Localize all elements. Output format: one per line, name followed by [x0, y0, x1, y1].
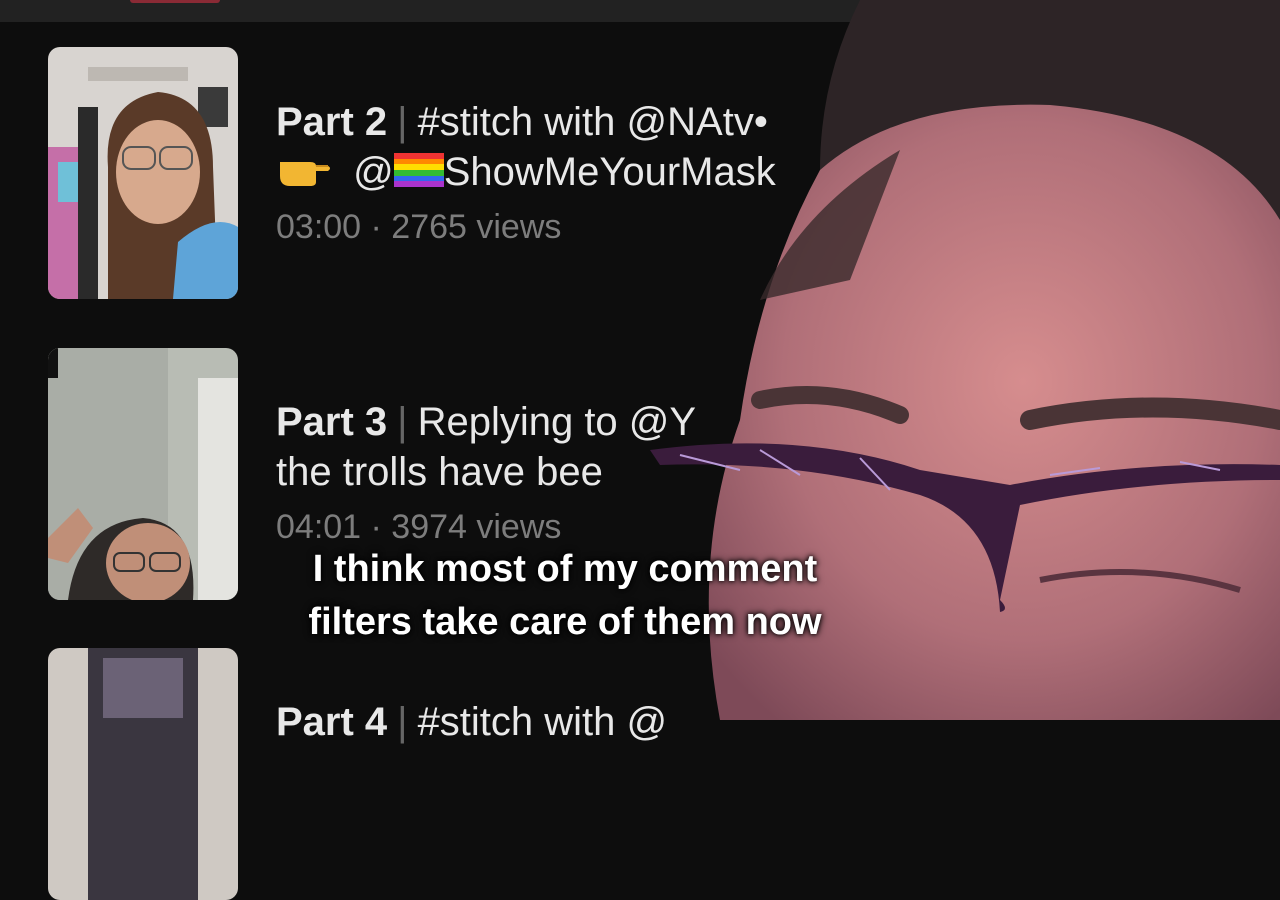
top-bar-accent [130, 0, 220, 3]
video-title[interactable]: Part 3 | Replying to @Y [276, 397, 876, 447]
video-meta: 04:01 · 3974 views [276, 508, 562, 546]
video-info: Part 3 | Replying to @Y the trolls have be… [276, 397, 876, 547]
caption-line-2: filters take care of them now [308, 601, 822, 643]
video-title-line2: @ ShowMeYourMask [276, 147, 876, 197]
video-title-line2: the trolls have bee [276, 450, 603, 494]
part-label: Part 3 [276, 400, 388, 444]
video-info: Part 4 | #stitch with @ [276, 697, 876, 747]
separator: | [397, 400, 408, 444]
part-label: Part 4 [276, 700, 388, 744]
video-meta: 03:00 · 2765 views [276, 208, 562, 246]
video-title[interactable]: Part 4 | #stitch with @ [276, 697, 876, 747]
video-thumbnail[interactable] [48, 348, 238, 600]
video-title[interactable]: Part 2 | #stitch with @NAtv• [276, 97, 876, 147]
top-bar [0, 0, 880, 22]
separator: | [397, 700, 408, 744]
title-text: #stitch with @ [417, 700, 668, 744]
separator: | [397, 100, 408, 144]
list-item[interactable]: Part 2 | #stitch with @NAtv• @ ShowMeYou… [0, 22, 900, 322]
caption-line-1: I think most of my comment [312, 548, 818, 590]
rainbow-flag-icon [393, 149, 444, 199]
video-thumbnail[interactable] [48, 47, 238, 299]
title-text: #stitch with @NAtv• [417, 100, 768, 144]
subtitle-caption: I think most of my comment filters take … [270, 543, 860, 649]
pointing-hand-icon [276, 148, 332, 200]
part-label: Part 2 [276, 100, 388, 144]
mention-prefix: @ [353, 150, 394, 194]
title-text: Replying to @Y [417, 400, 697, 444]
video-thumbnail[interactable] [48, 648, 238, 900]
mention-text: ShowMeYourMask [443, 150, 776, 194]
video-info: Part 2 | #stitch with @NAtv• @ ShowMeYou… [276, 97, 876, 247]
